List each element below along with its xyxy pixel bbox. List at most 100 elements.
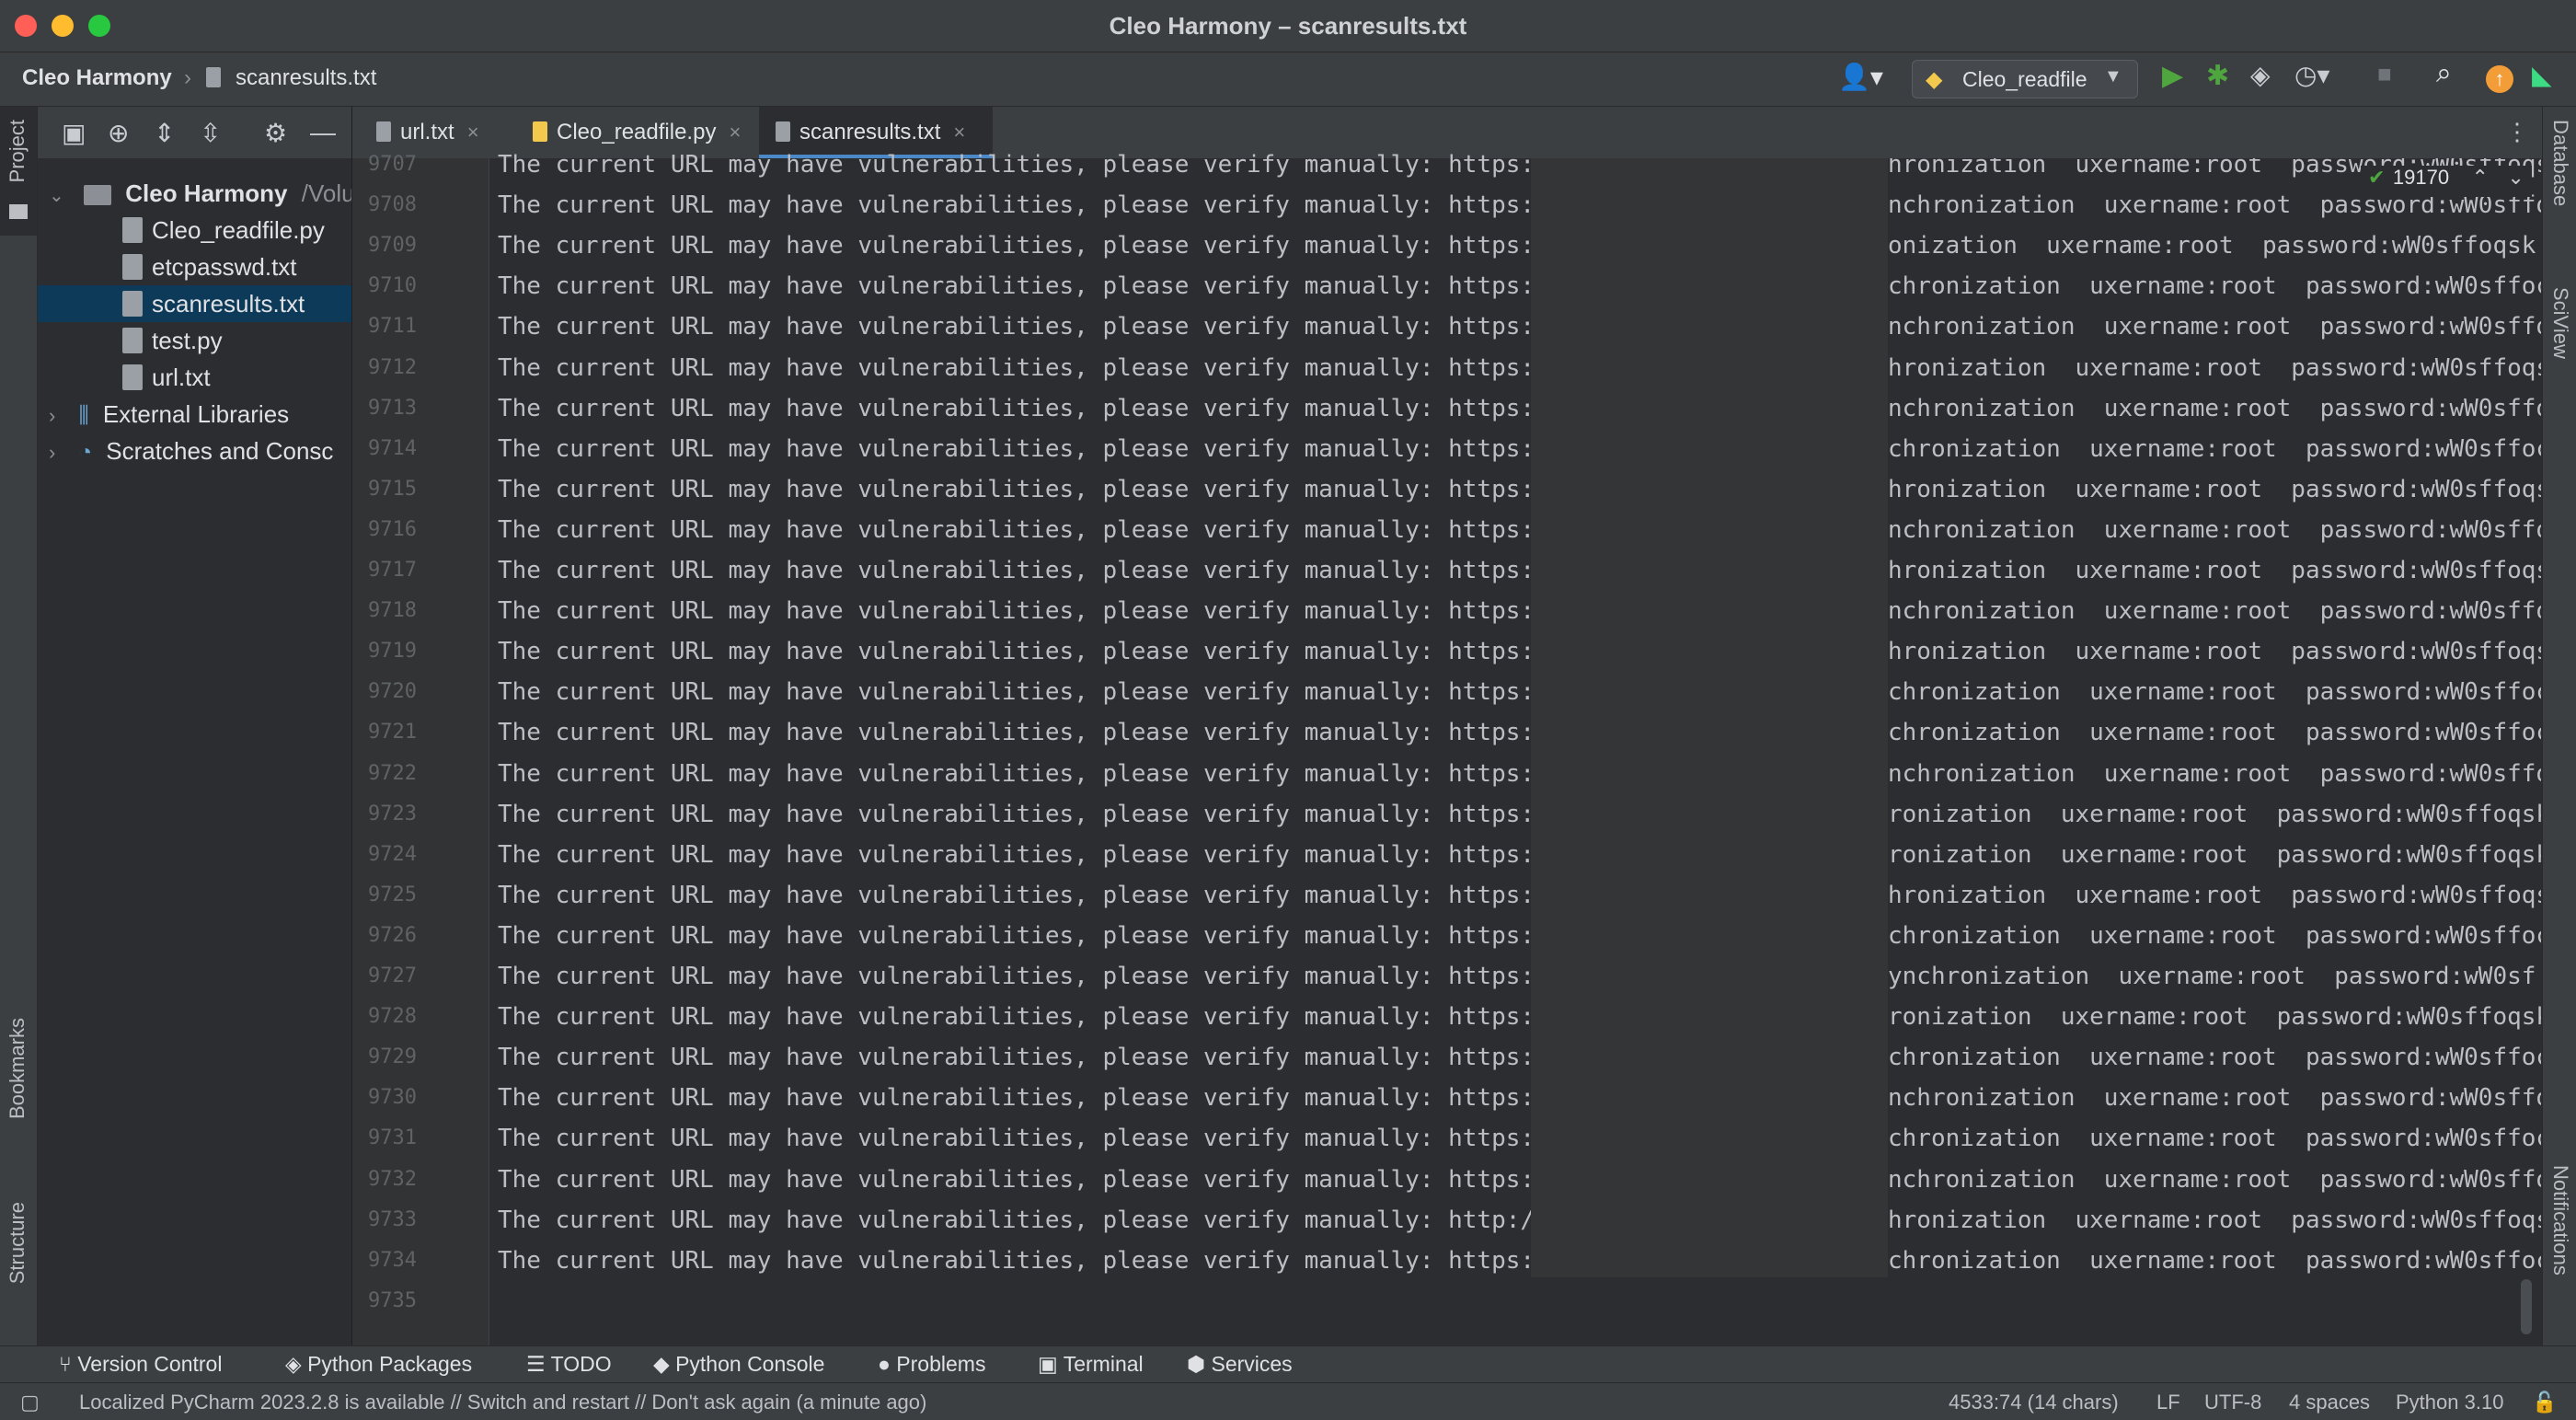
code-line[interactable]: The current URL may have vulnerabilities… bbox=[498, 435, 1535, 463]
tree-root[interactable]: ⌄ Cleo Harmony /Volu bbox=[38, 175, 351, 212]
project-tool-tab[interactable]: Project bbox=[0, 107, 37, 236]
terminal-tab[interactable]: ▣ Terminal bbox=[1038, 1352, 1144, 1377]
breadcrumb-file[interactable]: scanresults.txt bbox=[236, 65, 376, 91]
code-line[interactable]: The current URL may have vulnerabilities… bbox=[498, 1044, 1535, 1071]
code-line[interactable]: The current URL may have vulnerabilities… bbox=[498, 151, 1535, 179]
inspection-widget[interactable]: ✔ 19170 ⌃ ⌄ bbox=[2361, 166, 2532, 197]
code-line[interactable]: The current URL may have vulnerabilities… bbox=[498, 801, 1535, 828]
caret-position[interactable]: 4533:74 (14 chars) bbox=[1949, 1391, 2119, 1414]
hide-icon[interactable]: — bbox=[310, 118, 336, 147]
line-number: 9711 bbox=[368, 315, 417, 338]
close-tab-icon[interactable]: × bbox=[953, 121, 965, 144]
line-protocol: https: bbox=[1448, 597, 1535, 625]
close-tab-icon[interactable]: × bbox=[467, 121, 479, 144]
lock-icon[interactable]: 🔓 bbox=[2532, 1391, 2557, 1414]
line-tail: nchronization uxername:root password:wW0… bbox=[1888, 1084, 2541, 1112]
code-line[interactable]: The current URL may have vulnerabilities… bbox=[498, 557, 1535, 584]
library-icon: ⫼ bbox=[78, 403, 89, 428]
text-file-icon bbox=[122, 364, 143, 391]
debug-icon[interactable]: ✱ bbox=[2206, 60, 2229, 92]
status-message[interactable]: Localized PyCharm 2023.2.8 is available … bbox=[79, 1391, 926, 1414]
run-icon[interactable]: ▶ bbox=[2162, 60, 2183, 92]
line-tail: chronization uxername:root password:wW0s… bbox=[1888, 1247, 2541, 1275]
project-toolbar: ▣ ⊕ ⇕ ⇳ ⚙ — bbox=[38, 107, 351, 158]
gear-icon[interactable]: ⚙ bbox=[264, 118, 287, 148]
sciview-tool-tab[interactable]: SciView bbox=[2548, 287, 2572, 359]
collapse-all-icon[interactable]: ⇳ bbox=[200, 118, 221, 148]
coverage-icon[interactable]: ◈ bbox=[2250, 60, 2271, 90]
update-icon[interactable]: ↑ bbox=[2486, 65, 2513, 93]
code-line[interactable]: The current URL may have vulnerabilities… bbox=[498, 1206, 1535, 1234]
window-title: Cleo Harmony – scanresults.txt bbox=[1109, 12, 1467, 40]
tree-file[interactable]: test.py bbox=[38, 322, 351, 359]
code-line[interactable]: The current URL may have vulnerabilities… bbox=[498, 1125, 1535, 1152]
line-protocol: https: bbox=[1448, 678, 1535, 706]
line-separator[interactable]: LF bbox=[2156, 1391, 2180, 1414]
code-line[interactable]: The current URL may have vulnerabilities… bbox=[498, 638, 1535, 665]
tree-file[interactable]: url.txt bbox=[38, 359, 351, 396]
notifications-tool-tab[interactable]: Notifications bbox=[2548, 1165, 2572, 1276]
scrollbar-thumb[interactable] bbox=[2521, 1279, 2532, 1334]
todo-tab[interactable]: ☰ TODO bbox=[526, 1352, 612, 1377]
code-line[interactable]: The current URL may have vulnerabilities… bbox=[498, 191, 1535, 219]
select-opened-file-icon[interactable]: ▣ bbox=[62, 118, 86, 148]
code-line[interactable]: The current URL may have vulnerabilities… bbox=[498, 272, 1535, 300]
tree-file[interactable]: etcpasswd.txt bbox=[38, 248, 351, 285]
problems-tab[interactable]: ● Problems bbox=[878, 1352, 985, 1377]
code-line[interactable]: The current URL may have vulnerabilities… bbox=[498, 516, 1535, 544]
expand-all-icon[interactable]: ⇕ bbox=[154, 118, 175, 148]
code-line[interactable]: The current URL may have vulnerabilities… bbox=[498, 719, 1535, 746]
python-packages-tab[interactable]: ◈ Python Packages bbox=[285, 1352, 472, 1377]
tool-label: Terminal bbox=[1063, 1352, 1144, 1376]
line-tail: nchronization uxername:root password:wW0… bbox=[1888, 760, 2541, 788]
tree-scratches[interactable]: › ◔ Scratches and Consc bbox=[38, 433, 351, 469]
tree-external-libraries[interactable]: › ⫼ External Libraries bbox=[38, 396, 351, 433]
jetbrains-icon[interactable]: ◣ bbox=[2532, 60, 2552, 90]
run-configuration-select[interactable]: ◆ Cleo_readfile ▼ bbox=[1912, 60, 2138, 98]
code-line[interactable]: The current URL may have vulnerabilities… bbox=[498, 313, 1535, 341]
profile-icon[interactable]: ◷▾ bbox=[2294, 60, 2330, 90]
code-line[interactable]: The current URL may have vulnerabilities… bbox=[498, 1247, 1535, 1275]
structure-tool-tab[interactable]: Structure bbox=[6, 1202, 29, 1284]
user-icon[interactable]: 👤▾ bbox=[1838, 62, 1883, 92]
code-line[interactable]: The current URL may have vulnerabilities… bbox=[498, 882, 1535, 909]
python-interpreter[interactable]: Python 3.10 bbox=[2396, 1391, 2503, 1414]
line-tail: chronization uxername:root password:wW0s… bbox=[1888, 1044, 2541, 1071]
version-control-tab[interactable]: ⑂ Version Control bbox=[59, 1352, 222, 1377]
chevron-up-icon[interactable]: ⌃ bbox=[2472, 166, 2489, 189]
code-line[interactable]: The current URL may have vulnerabilities… bbox=[498, 1084, 1535, 1112]
line-protocol: https: bbox=[1448, 516, 1535, 544]
stop-icon[interactable]: ■ bbox=[2377, 60, 2392, 88]
code-line[interactable]: The current URL may have vulnerabilities… bbox=[498, 760, 1535, 788]
tree-file[interactable]: Cleo_readfile.py bbox=[38, 212, 351, 248]
python-console-tab[interactable]: ◆ Python Console bbox=[653, 1352, 824, 1377]
chevron-down-icon[interactable]: ⌄ bbox=[2507, 166, 2524, 189]
search-icon[interactable]: ⌕ bbox=[2436, 58, 2452, 89]
line-number: 9717 bbox=[368, 559, 417, 582]
code-line[interactable]: The current URL may have vulnerabilities… bbox=[498, 354, 1535, 382]
packages-icon: ◈ bbox=[285, 1352, 308, 1376]
breadcrumb-project[interactable]: Cleo Harmony bbox=[22, 65, 172, 91]
locate-icon[interactable]: ⊕ bbox=[108, 118, 129, 148]
tool-label: Services bbox=[1211, 1352, 1293, 1376]
code-line[interactable]: The current URL may have vulnerabilities… bbox=[498, 1003, 1535, 1031]
code-line[interactable]: The current URL may have vulnerabilities… bbox=[498, 963, 1535, 990]
bookmarks-tool-tab[interactable]: Bookmarks bbox=[6, 1018, 29, 1119]
code-line[interactable]: The current URL may have vulnerabilities… bbox=[498, 1166, 1535, 1194]
code-line[interactable]: The current URL may have vulnerabilities… bbox=[498, 678, 1535, 706]
code-line[interactable]: The current URL may have vulnerabilities… bbox=[498, 395, 1535, 422]
services-tab[interactable]: ⬢ Services bbox=[1187, 1352, 1293, 1377]
file-encoding[interactable]: UTF-8 bbox=[2204, 1391, 2261, 1414]
code-line[interactable]: The current URL may have vulnerabilities… bbox=[498, 841, 1535, 869]
more-icon[interactable]: ⋮ bbox=[2505, 118, 2529, 146]
code-line[interactable]: The current URL may have vulnerabilities… bbox=[498, 232, 1535, 260]
code-line[interactable]: The current URL may have vulnerabilities… bbox=[498, 922, 1535, 950]
line-number: 9727 bbox=[368, 964, 417, 987]
code-line[interactable]: The current URL may have vulnerabilities… bbox=[498, 597, 1535, 625]
database-tool-tab[interactable]: Database bbox=[2548, 120, 2572, 206]
tree-file-selected[interactable]: scanresults.txt bbox=[38, 285, 351, 322]
close-tab-icon[interactable]: × bbox=[729, 121, 741, 144]
layout-icon[interactable]: ▢ bbox=[20, 1391, 40, 1414]
code-line[interactable]: The current URL may have vulnerabilities… bbox=[498, 476, 1535, 503]
indent-setting[interactable]: 4 spaces bbox=[2289, 1391, 2370, 1414]
